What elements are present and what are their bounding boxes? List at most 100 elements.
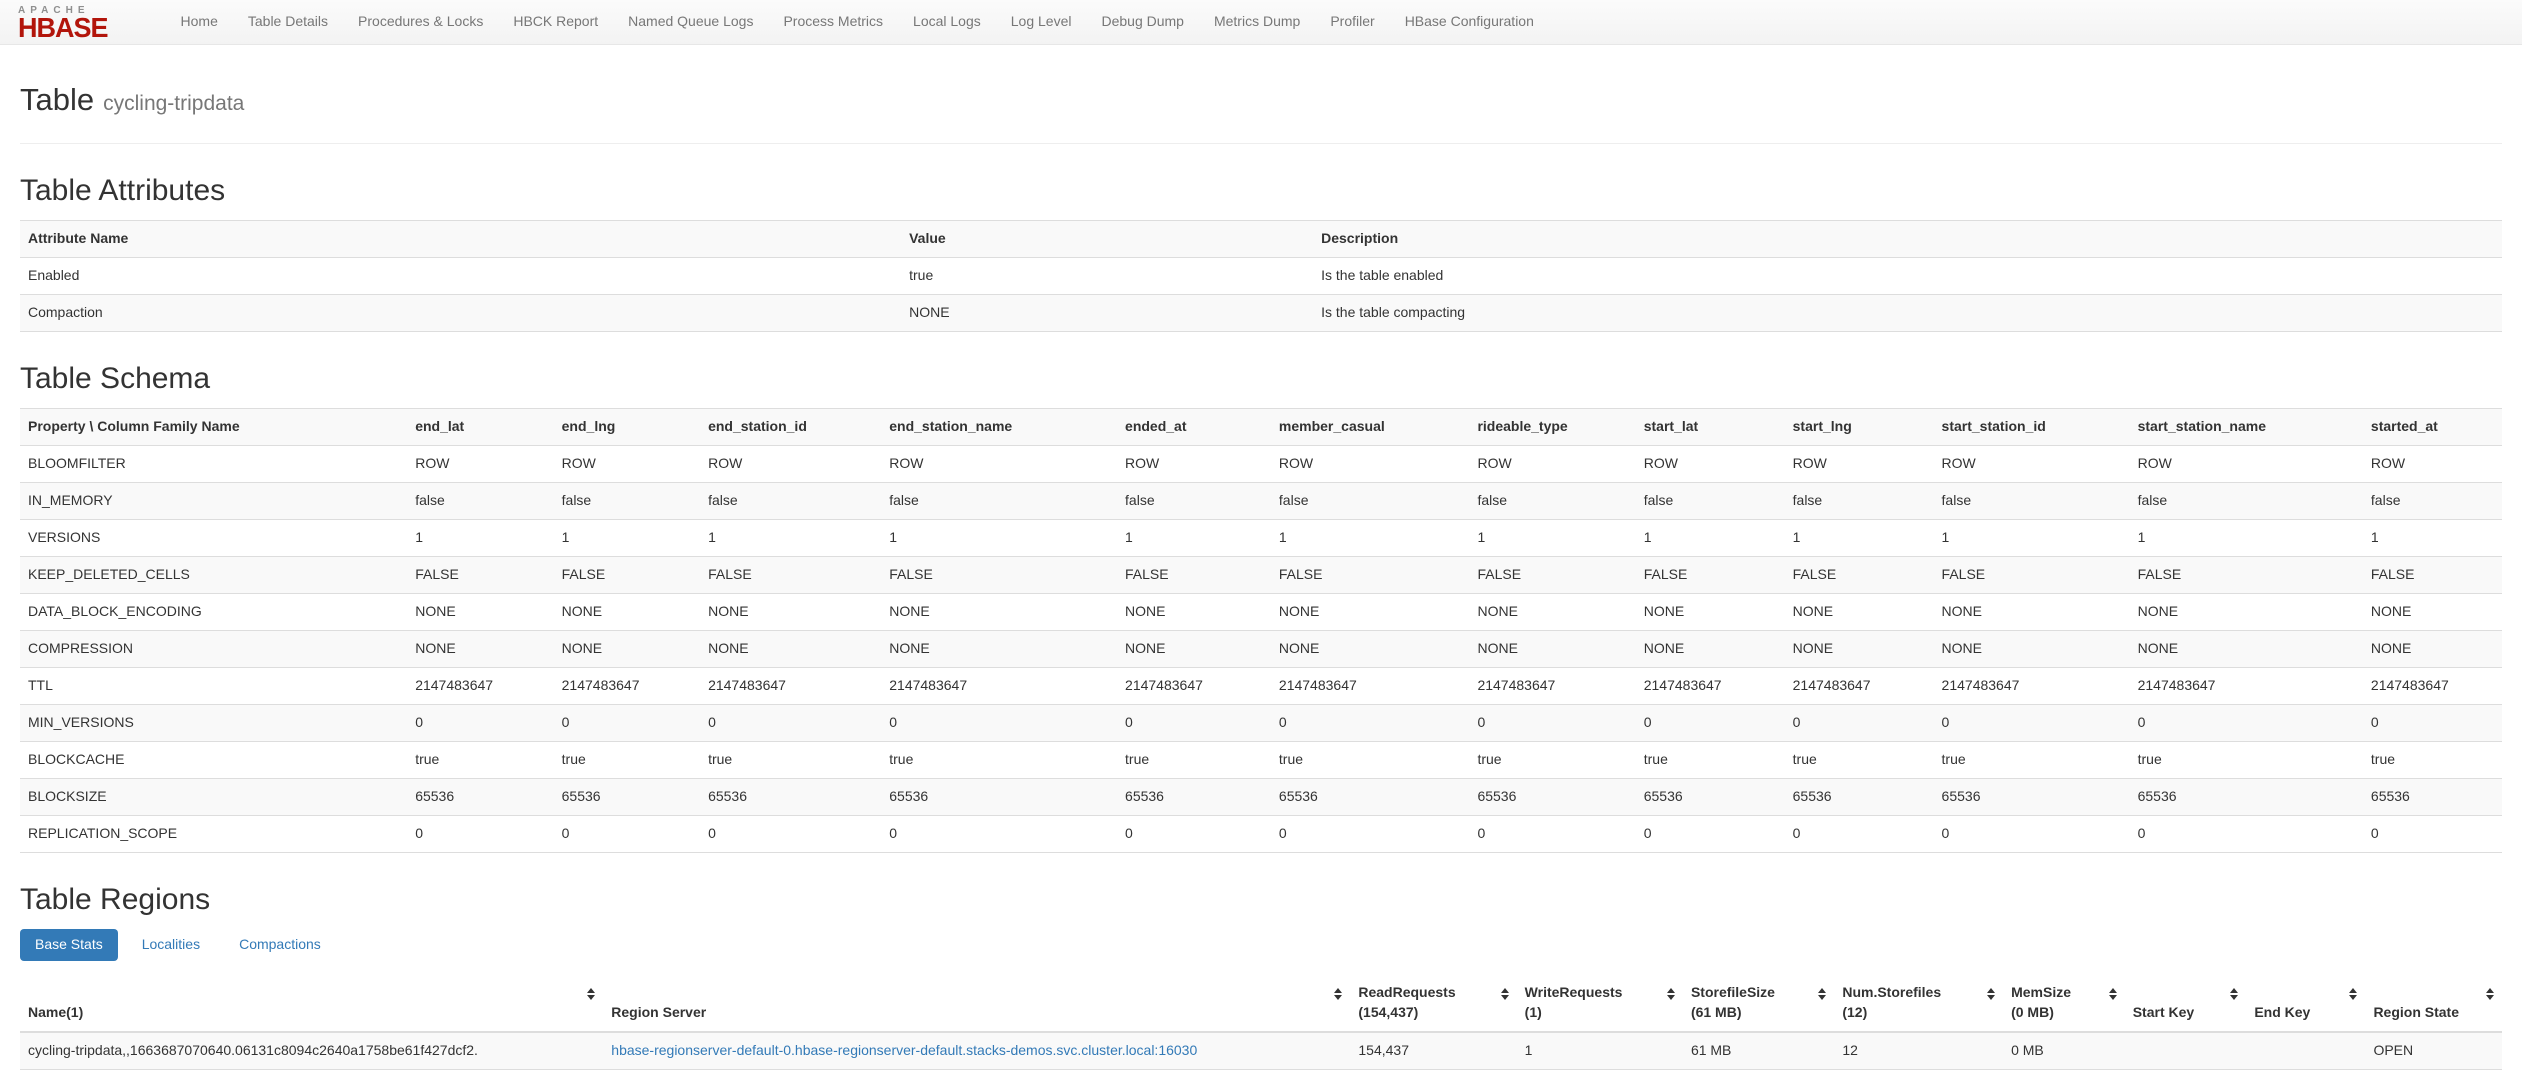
schema-property-name: REPLICATION_SCOPE	[20, 814, 408, 853]
region-num-storefiles-cell: 12	[1834, 1031, 2004, 1070]
nav-item-log-level[interactable]: Log Level	[996, 12, 1087, 32]
schema-property-value: 0	[2362, 814, 2502, 853]
schema-property-value: 65536	[2129, 777, 2363, 816]
sort-up-arrow	[1818, 987, 1827, 993]
regions-column-header-num-storefiles[interactable]: Num.Storefiles (12)	[1834, 974, 2004, 1033]
schema-property-value: 2147483647	[1933, 666, 2130, 705]
schema-property-value: 0	[700, 703, 882, 742]
schema-property-name: COMPRESSION	[20, 629, 408, 668]
schema-property-value: 1	[1933, 519, 2130, 557]
schema-property-row-blocksize: BLOCKSIZE 65536 65536 65536 65536 65536 65536 6…	[20, 777, 2502, 816]
sort-down-arrow	[2230, 994, 2239, 1000]
regions-column-header-readrequests[interactable]: ReadRequests (154,437)	[1350, 974, 1517, 1033]
schema-property-value: true	[700, 740, 882, 779]
schema-property-value: 1	[2129, 519, 2363, 557]
attributes-column-header-attribute-name: Attribute Name	[20, 220, 902, 258]
schema-property-value: 1	[881, 519, 1118, 557]
regions-column-count: (1)	[1524, 1003, 1542, 1020]
region-row: cycling-tripdata,,1663687070640.06131c80…	[20, 1031, 2502, 1070]
nav-item-table-details[interactable]: Table Details	[233, 12, 343, 32]
schema-property-value: 2147483647	[1635, 666, 1785, 705]
schema-property-value: 65536	[881, 777, 1118, 816]
schema-property-value: NONE	[2362, 592, 2502, 631]
regions-column-label: ReadRequests	[1358, 983, 1456, 1000]
sort-icon	[2230, 987, 2239, 1000]
regions-column-header-writerequests[interactable]: WriteRequests (1)	[1516, 974, 1683, 1033]
schema-property-value: ROW	[700, 445, 882, 483]
sort-down-arrow	[2486, 994, 2494, 1000]
schema-property-value: 1	[1469, 519, 1636, 557]
schema-property-value: NONE	[1635, 629, 1785, 668]
regions-column-header-end-key[interactable]: End Key	[2246, 974, 2366, 1033]
nav-item-named-queue-logs[interactable]: Named Queue Logs	[613, 12, 768, 32]
attributes-table-body: Attribute Name Value Description Enabled tru…	[20, 220, 2502, 332]
region-region-state-cell: OPEN	[2365, 1031, 2502, 1070]
tab-base-stats[interactable]: Base Stats	[20, 928, 118, 961]
schema-property-value: 2147483647	[1469, 666, 1636, 705]
schema-property-value: 0	[1270, 814, 1470, 853]
attribute-cell: true	[901, 257, 1314, 295]
hbase-logo[interactable]: APACHE HBASE	[18, 6, 109, 42]
schema-property-value: 1	[407, 519, 554, 557]
schema-property-value: 65536	[1117, 777, 1271, 816]
nav-item-local-logs[interactable]: Local Logs	[898, 12, 996, 32]
regions-column-header-region-state[interactable]: Region State	[2365, 974, 2502, 1033]
attributes-table: Attribute Name Value Description Enabled tru…	[20, 220, 2502, 333]
schema-property-value: NONE	[553, 629, 701, 668]
nav-item-hbase-configuration[interactable]: HBase Configuration	[1390, 12, 1549, 32]
schema-property-value: 0	[1469, 814, 1636, 853]
schema-property-name: TTL	[20, 666, 408, 705]
schema-property-value: 0	[1635, 814, 1785, 853]
tab-localities[interactable]: Localities	[127, 929, 215, 961]
tab-compactions[interactable]: Compactions	[224, 929, 336, 961]
schema-property-value: FALSE	[2362, 555, 2502, 594]
nav-item-metrics-dump[interactable]: Metrics Dump	[1199, 12, 1315, 32]
schema-property-value: ROW	[1933, 445, 2130, 483]
regions-column-header-name-1[interactable]: Name(1)	[20, 974, 604, 1033]
schema-property-row-replication-scope: REPLICATION_SCOPE 0 0 0 0 0 0 0 0 0 0 0 0	[20, 814, 2502, 853]
nav-item-profiler[interactable]: Profiler	[1315, 12, 1389, 32]
schema-header-row: Property \ Column Family Name end_lat end_…	[20, 408, 2502, 446]
attributes-column-header-description: Description	[1313, 220, 2502, 258]
nav-item-process-metrics[interactable]: Process Metrics	[768, 12, 898, 32]
nav-item-debug-dump[interactable]: Debug Dump	[1086, 12, 1199, 32]
schema-property-value: ROW	[1635, 445, 1785, 483]
nav-item-procedures-locks[interactable]: Procedures & Locks	[343, 12, 498, 32]
schema-property-value: FALSE	[1933, 555, 2130, 594]
page-header: Table cycling-tripdata	[20, 82, 2502, 145]
sort-down-arrow	[2349, 994, 2358, 1000]
region-server-link[interactable]: hbase-regionserver-default-0.hbase-regio…	[611, 1042, 1197, 1058]
schema-property-value: false	[1117, 482, 1271, 520]
regions-column-label: Num.Storefiles	[1842, 983, 1942, 1000]
schema-property-value: true	[1117, 740, 1271, 779]
regions-column-header-start-key[interactable]: Start Key	[2124, 974, 2247, 1033]
sort-down-arrow	[1334, 994, 1343, 1000]
sort-up-arrow	[1334, 987, 1343, 993]
schema-property-value: 65536	[1270, 777, 1470, 816]
schema-property-value: 0	[1635, 703, 1785, 742]
regions-column-header-storefilesize[interactable]: StorefileSize (61 MB)	[1682, 974, 1835, 1033]
schema-property-value: ROW	[2129, 445, 2363, 483]
nav-item-hbck-report[interactable]: HBCK Report	[498, 12, 613, 32]
sort-up-arrow	[2108, 987, 2117, 993]
schema-property-value: ROW	[1469, 445, 1636, 483]
sort-down-arrow	[1500, 994, 1509, 1000]
schema-property-value: 2147483647	[1784, 666, 1934, 705]
schema-property-value: true	[1933, 740, 2130, 779]
regions-column-header-memsize[interactable]: MemSize (0 MB)	[2003, 974, 2125, 1033]
attribute-cell: Is the table enabled	[1313, 257, 2502, 295]
schema-property-row-ttl: TTL 2147483647 2147483647 2147483647 2147483…	[20, 666, 2502, 705]
nav-item-home[interactable]: Home	[166, 12, 233, 32]
schema-property-value: false	[1635, 482, 1785, 520]
schema-property-value: 1	[700, 519, 882, 557]
attributes-column-header-value: Value	[901, 220, 1314, 258]
schema-property-row-min-versions: MIN_VERSIONS 0 0 0 0 0 0 0 0 0 0 0 0	[20, 703, 2502, 742]
regions-column-header-region-server[interactable]: Region Server	[603, 974, 1351, 1033]
attributes-header-row: Attribute Name Value Description	[20, 220, 2502, 258]
regions-column-count: (154,437)	[1358, 1003, 1419, 1020]
schema-property-value: 0	[1469, 703, 1636, 742]
schema-property-value: 2147483647	[881, 666, 1118, 705]
region-end-key-cell	[2246, 1031, 2366, 1070]
schema-property-value: NONE	[553, 592, 701, 631]
sort-down-arrow	[587, 994, 596, 1000]
